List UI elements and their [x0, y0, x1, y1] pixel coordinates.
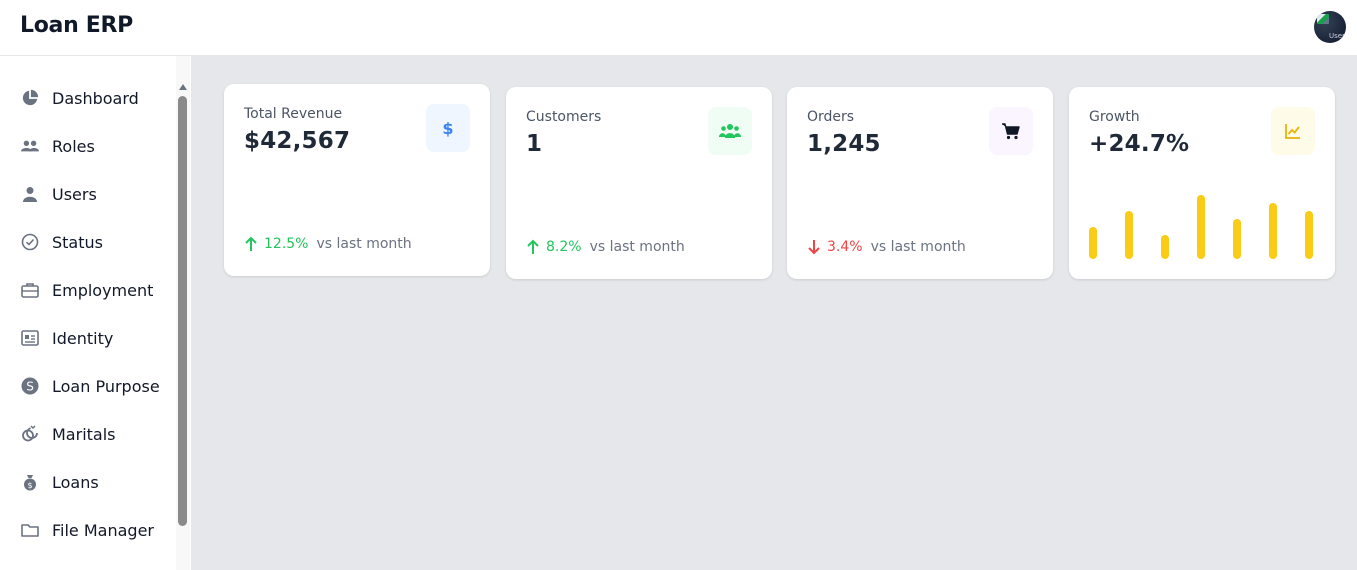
briefcase-icon — [20, 280, 40, 300]
trend-value: 12.5% — [264, 236, 309, 252]
user-avatar[interactable]: User — [1314, 11, 1346, 43]
growth-bar — [1269, 203, 1277, 259]
users-icon — [20, 136, 40, 156]
sidebar-item-identity[interactable]: Identity — [0, 318, 176, 358]
pie-chart-icon — [20, 88, 40, 108]
card-icon-badge — [708, 107, 752, 155]
trend-indicator: 8.2% vs last month — [526, 239, 685, 255]
shopping-cart-icon — [1002, 123, 1020, 140]
broken-image-icon — [1317, 14, 1329, 24]
users-icon — [719, 124, 741, 138]
card-title: Customers — [526, 109, 602, 125]
card-value: 1 — [526, 131, 543, 157]
stat-card-customers: Customers 1 8.2% vs last month — [506, 87, 772, 279]
sidebar-item-label: Status — [52, 232, 103, 252]
growth-bar — [1197, 195, 1205, 259]
card-icon-badge — [989, 107, 1033, 155]
growth-mini-bar-chart — [1069, 87, 1335, 279]
growth-bar — [1233, 219, 1241, 259]
arrow-up-icon — [244, 236, 258, 252]
sidebar-item-label: Maritals — [52, 424, 116, 444]
dollar-circle-icon: S — [20, 376, 40, 396]
scrollbar-thumb[interactable] — [178, 96, 187, 526]
sidebar-item-loan-purpose[interactable]: S Loan Purpose — [0, 366, 176, 406]
card-title: Total Revenue — [244, 106, 343, 122]
sidebar-item-status[interactable]: Status — [0, 222, 176, 262]
growth-bar — [1305, 211, 1313, 259]
svg-text:$: $ — [442, 119, 453, 137]
card-value: 1,245 — [807, 131, 881, 157]
stat-card-orders: Orders 1,245 3.4% vs last month — [787, 87, 1053, 279]
sidebar-item-label: Loan Purpose — [52, 376, 160, 396]
user-icon — [20, 184, 40, 204]
sidebar: Dashboard Roles Users Status Employment … — [0, 56, 191, 570]
sidebar-item-employment[interactable]: Employment — [0, 270, 176, 310]
stat-card-growth: Growth +24.7% — [1069, 87, 1335, 279]
sidebar-item-file-manager[interactable]: File Manager — [0, 510, 176, 550]
top-bar: Loan ERP User — [0, 0, 1357, 56]
trend-label: vs last month — [589, 239, 685, 255]
trend-label: vs last month — [316, 236, 412, 252]
folder-icon — [20, 520, 40, 540]
sidebar-item-loans[interactable]: $ Loans — [0, 462, 176, 502]
trend-value: 3.4% — [827, 239, 863, 255]
sidebar-item-label: Dashboard — [52, 88, 139, 108]
sidebar-item-roles[interactable]: Roles — [0, 126, 176, 166]
sidebar-item-maritals[interactable]: Maritals — [0, 414, 176, 454]
svg-text:$: $ — [27, 481, 32, 490]
growth-bar — [1125, 211, 1133, 259]
sidebar-item-dashboard[interactable]: Dashboard — [0, 78, 176, 118]
arrow-up-icon — [526, 239, 540, 255]
sidebar-item-label: Users — [52, 184, 97, 204]
money-bag-icon: $ — [20, 472, 40, 492]
dollar-icon: $ — [442, 119, 453, 137]
scroll-up-arrow-icon[interactable] — [179, 84, 187, 90]
trend-label: vs last month — [870, 239, 966, 255]
growth-bar — [1089, 227, 1097, 259]
sidebar-item-label: Loans — [52, 472, 99, 492]
stat-card-total-revenue: Total Revenue $42,567 $ 12.5% vs last mo… — [224, 84, 490, 276]
sidebar-item-users[interactable]: Users — [0, 174, 176, 214]
arrow-down-icon — [807, 239, 821, 255]
sidebar-item-label: File Manager — [52, 520, 154, 540]
trend-value: 8.2% — [546, 239, 582, 255]
card-icon-badge: $ — [426, 104, 470, 152]
avatar-alt-text: User — [1329, 32, 1345, 40]
app-title: Loan ERP — [20, 13, 133, 38]
trend-indicator: 3.4% vs last month — [807, 239, 966, 255]
svg-text:S: S — [26, 380, 34, 394]
rings-icon — [20, 424, 40, 444]
sidebar-item-label: Employment — [52, 280, 154, 300]
main-content: Total Revenue $42,567 $ 12.5% vs last mo… — [191, 56, 1357, 570]
check-circle-icon — [20, 232, 40, 252]
trend-indicator: 12.5% vs last month — [244, 236, 412, 252]
card-value: $42,567 — [244, 128, 351, 154]
sidebar-scrollbar[interactable] — [176, 56, 190, 570]
card-title: Orders — [807, 109, 855, 125]
sidebar-item-label: Identity — [52, 328, 114, 348]
id-card-icon — [20, 328, 40, 348]
growth-bar — [1161, 235, 1169, 259]
sidebar-item-label: Roles — [52, 136, 95, 156]
